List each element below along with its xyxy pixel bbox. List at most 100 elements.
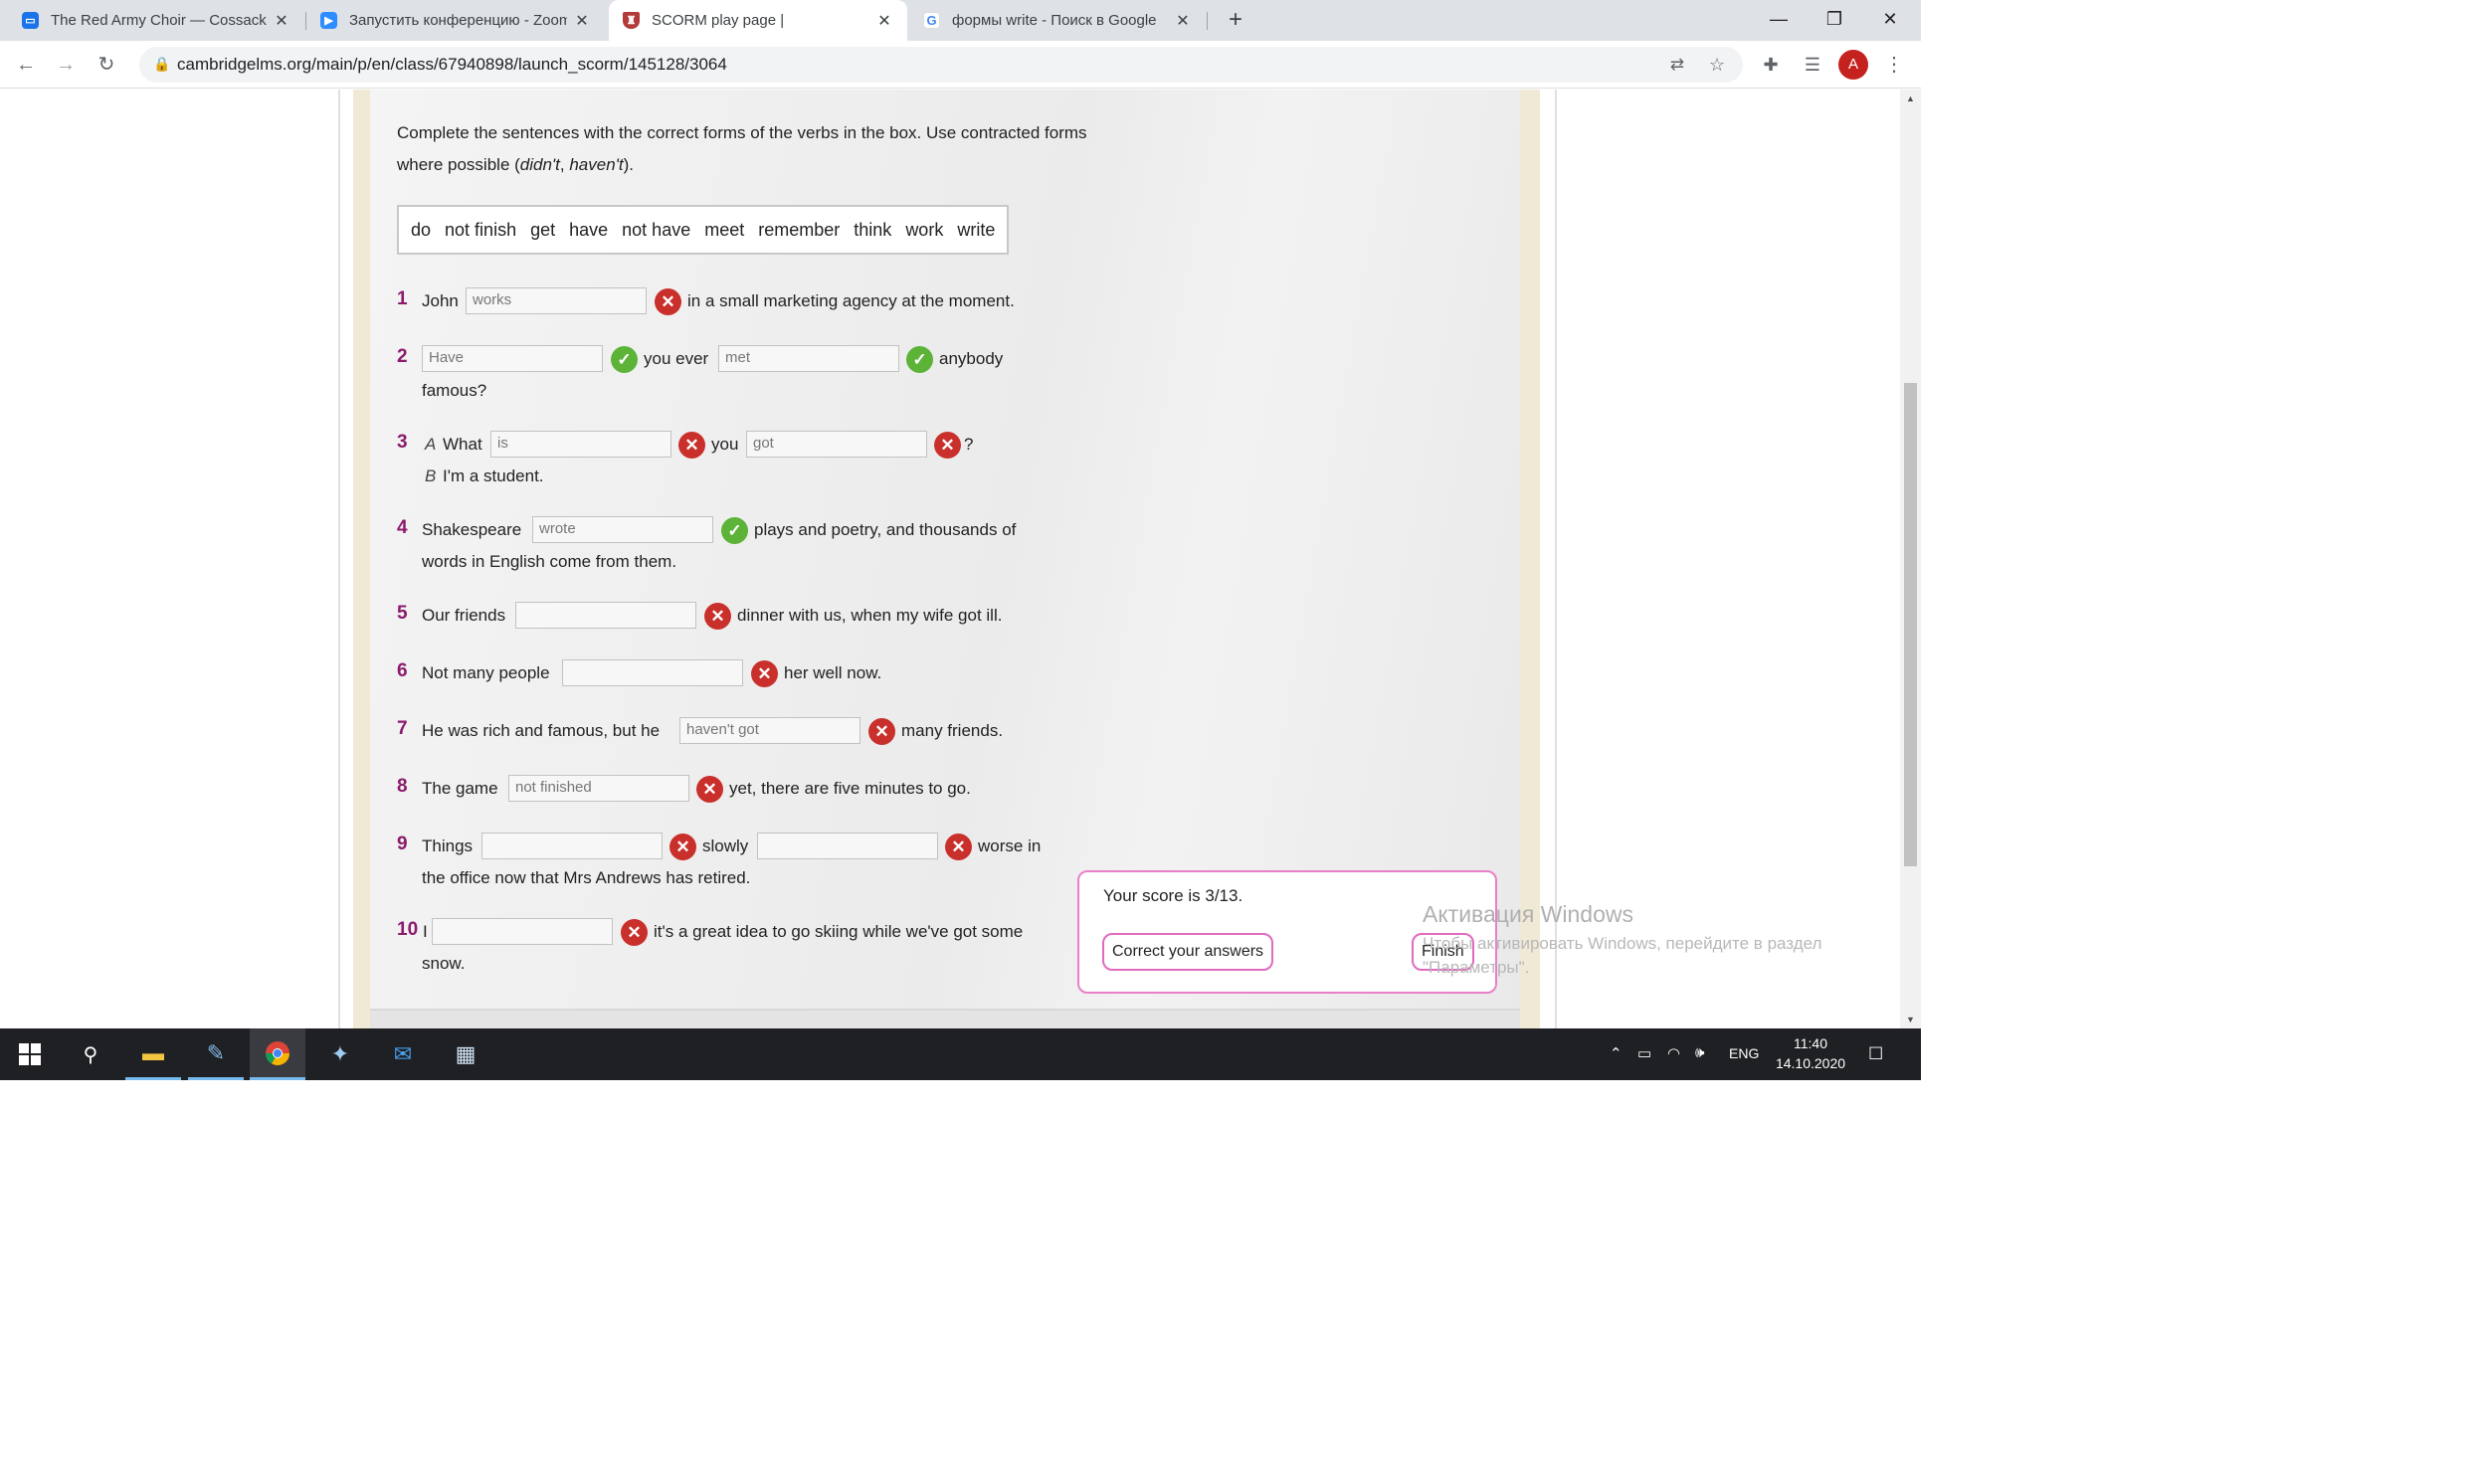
answer-input[interactable] (481, 833, 663, 859)
answer-input[interactable]: is (490, 431, 671, 458)
answer-input[interactable]: haven't got (679, 717, 860, 744)
question-text: worse in (978, 836, 1042, 855)
panel-footer (370, 1009, 1520, 1028)
word-box-item: not have (622, 219, 691, 240)
taskbar-clock[interactable]: 11:40 14.10.2020 (1769, 1033, 1852, 1073)
answer-input[interactable] (432, 918, 613, 945)
show-hidden-icons[interactable]: ⌃ (1610, 1044, 1623, 1062)
word-box-item: write (957, 219, 996, 240)
incorrect-icon: ✕ (751, 660, 778, 687)
speaker-label: A (425, 435, 437, 454)
search-icon[interactable]: ⚲ (63, 1028, 118, 1080)
answer-input[interactable]: not finished (508, 775, 689, 802)
tab-google-search[interactable]: G формы write - Поиск в Google ✕ (909, 0, 1206, 41)
file-explorer-icon[interactable]: ▬ (125, 1028, 181, 1080)
question-text: snow. (422, 954, 466, 973)
exercise-instruction: Complete the sentences with the correct … (397, 123, 1087, 174)
answer-input[interactable] (562, 659, 743, 686)
close-tab-icon[interactable]: ✕ (1174, 11, 1192, 31)
chrome-icon[interactable] (250, 1028, 305, 1080)
chrome-logo-icon (266, 1040, 289, 1065)
battery-icon[interactable]: ▭ (1637, 1044, 1651, 1062)
browser-toolbar: ← → ↻ 🔒 cambridgelms.org/main/p/en/class… (0, 41, 1921, 89)
correct-icon: ✓ (721, 517, 748, 544)
question-text: words in English come from them. (422, 552, 677, 571)
language-indicator[interactable]: ENG (1729, 1045, 1759, 1061)
watermark-line: Чтобы активировать Windows, перейдите в … (1423, 934, 1822, 953)
incorrect-icon: ✕ (655, 288, 681, 315)
scroll-up-icon[interactable]: ▲ (1904, 92, 1917, 105)
windows-taskbar: ⚲ ▬ ✎ ✦ ✉ ▦ ⌃ ▭ ◠ 🕪 ENG 11:40 14.10.2020… (0, 1028, 1921, 1080)
tab-scorm-play-page[interactable]: ♜ SCORM play page | ✕ (609, 0, 907, 41)
answer-input[interactable]: works (466, 287, 647, 314)
page-scrollbar[interactable]: ▲ ▼ (1900, 90, 1921, 1028)
close-tab-icon[interactable]: ✕ (875, 11, 893, 31)
tab-zoom[interactable]: ▶ Запустить конференцию - Zoom ✕ (306, 0, 605, 41)
page-viewport: Complete the sentences with the correct … (0, 90, 1904, 1028)
url-text[interactable]: cambridgelms.org/main/p/en/class/6794089… (177, 55, 727, 75)
cambridge-shield-icon: ♜ (623, 12, 640, 29)
tab-red-army-choir[interactable]: ▭ The Red Army Choir — Cossack's ✕ (8, 0, 304, 41)
close-tab-icon[interactable]: ✕ (273, 11, 290, 31)
incorrect-icon: ✕ (945, 834, 972, 860)
tab-separator (1207, 12, 1208, 30)
start-button[interactable] (2, 1028, 58, 1080)
answer-input[interactable] (757, 833, 938, 859)
question-text: dinner with us, when my wife got ill. (737, 606, 1003, 625)
question-number: 5 (397, 603, 408, 624)
translate-icon[interactable]: ⇄ (1663, 51, 1691, 79)
question-text: ? (964, 435, 974, 454)
menu-icon[interactable]: ⋮ (1880, 51, 1908, 79)
word-box-item: not finish (445, 219, 517, 240)
word-box-item: meet (704, 219, 745, 240)
app-icon[interactable]: ✦ (312, 1028, 368, 1080)
word-box-item: work (905, 219, 944, 240)
question-text: I (423, 922, 428, 941)
activation-watermark-title: Активация Windows (1423, 901, 1633, 927)
reload-icon[interactable]: ↻ (93, 51, 120, 79)
question-text: the office now that Mrs Andrews has reti… (422, 868, 751, 887)
calendar-icon[interactable]: ▦ (438, 1028, 493, 1080)
incorrect-icon: ✕ (621, 919, 648, 946)
back-icon[interactable]: ← (12, 51, 40, 79)
close-tab-icon[interactable]: ✕ (573, 11, 591, 31)
question-text: slowly (702, 836, 749, 855)
extensions-icon[interactable]: ✚ (1757, 51, 1785, 79)
question-number: 2 (397, 346, 408, 367)
watermark-line: "Параметры". (1423, 958, 1530, 977)
tab-title: Запустить конференцию - Zoom (349, 12, 567, 29)
answer-input[interactable] (515, 602, 696, 629)
media-controls-icon[interactable]: ☰ (1799, 51, 1826, 79)
correct-icon: ✓ (906, 346, 933, 373)
answer-input[interactable]: got (746, 431, 927, 458)
correct-answers-button[interactable]: Correct your answers (1102, 933, 1274, 971)
forward-icon[interactable]: → (52, 51, 80, 79)
question-text: it's a great idea to go skiing while we'… (654, 922, 1024, 941)
address-bar[interactable]: 🔒 cambridgelms.org/main/p/en/class/67940… (139, 47, 1743, 83)
new-tab-button[interactable]: + (1222, 6, 1249, 34)
question-number: 8 (397, 776, 408, 797)
scrollbar-thumb[interactable] (1904, 383, 1917, 866)
close-window-button[interactable]: ✕ (1862, 0, 1918, 41)
profile-avatar[interactable]: A (1838, 50, 1868, 80)
question-number: 4 (397, 517, 408, 538)
minimize-button[interactable]: — (1751, 0, 1807, 41)
mail-icon[interactable]: ✉ (375, 1028, 431, 1080)
question-text: The game (422, 779, 498, 798)
volume-icon[interactable]: 🕪 (1695, 1044, 1704, 1061)
bookmark-star-icon[interactable]: ☆ (1703, 51, 1731, 79)
question-text: Things (422, 836, 474, 855)
maximize-button[interactable]: ❐ (1807, 0, 1862, 41)
answer-input[interactable]: met (718, 345, 899, 372)
network-icon[interactable]: ◠ (1667, 1044, 1680, 1062)
answer-input[interactable]: Have (422, 345, 603, 372)
question-text: I'm a student. (443, 466, 544, 485)
word-box-item: remember (758, 219, 841, 240)
screen: ▭ The Red Army Choir — Cossack's ✕ ▶ Зап… (0, 0, 1921, 1080)
question-text: John (422, 291, 459, 310)
answer-input[interactable]: wrote (532, 516, 713, 543)
question-text: What (443, 435, 482, 454)
notifications-icon[interactable]: ☐ (1868, 1044, 1883, 1064)
scroll-down-icon[interactable]: ▼ (1904, 1013, 1917, 1026)
notepad-icon[interactable]: ✎ (188, 1028, 244, 1080)
